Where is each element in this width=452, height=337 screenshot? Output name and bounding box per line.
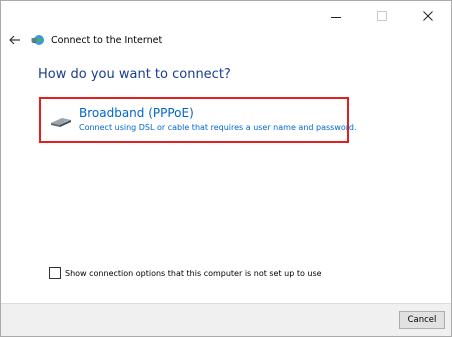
window-title: Connect to the Internet xyxy=(51,34,163,46)
option-title: Broadband (PPPoE) xyxy=(79,106,194,120)
option-description: Connect using DSL or cable that requires… xyxy=(79,123,357,132)
footer-bar: Cancel xyxy=(1,303,451,336)
broadband-pppoe-option[interactable]: Broadband (PPPoE) Connect using DSL or c… xyxy=(39,97,357,143)
page-heading: How do you want to connect? xyxy=(38,67,231,82)
minimize-button[interactable] xyxy=(313,1,359,31)
show-options-label[interactable]: Show connection options that this comput… xyxy=(65,269,322,278)
network-globe-icon xyxy=(31,35,44,45)
show-options-checkbox[interactable] xyxy=(49,267,61,279)
wizard-window: Connect to the Internet How do you want … xyxy=(0,0,452,337)
cancel-button[interactable]: Cancel xyxy=(399,311,445,329)
back-button[interactable] xyxy=(7,32,23,48)
close-icon xyxy=(423,11,433,21)
close-button[interactable] xyxy=(405,1,451,31)
caption-buttons xyxy=(313,1,451,31)
modem-icon xyxy=(51,118,71,127)
show-options-checkbox-row: Show connection options that this comput… xyxy=(49,267,322,279)
maximize-icon xyxy=(377,11,387,21)
back-arrow-icon xyxy=(9,35,20,45)
minimize-icon xyxy=(331,16,341,18)
nav-row: Connect to the Internet xyxy=(1,30,162,50)
maximize-button[interactable] xyxy=(359,1,405,31)
